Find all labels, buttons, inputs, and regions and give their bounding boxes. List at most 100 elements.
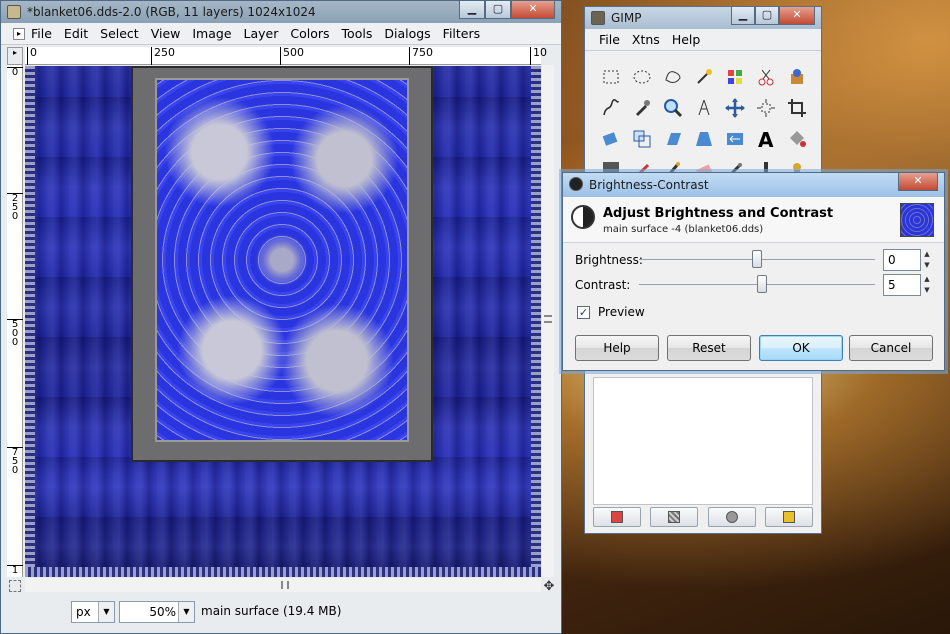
- chevron-down-icon[interactable]: ▼: [178, 602, 194, 622]
- svg-text:A: A: [758, 128, 774, 150]
- toolbox-menu-xtns[interactable]: Xtns: [626, 32, 666, 47]
- canvas-border-bottom: [25, 567, 541, 577]
- menu-colors[interactable]: Colors: [284, 26, 335, 41]
- horizontal-scrollbar[interactable]: [25, 578, 541, 592]
- image-window: *blanket06.dds-2.0 (RGB, 11 layers) 1024…: [0, 0, 562, 634]
- horizontal-ruler[interactable]: 0 250 500 750 10: [25, 47, 547, 65]
- image-menu-arrow-icon[interactable]: ▸: [13, 27, 25, 40]
- maximize-button[interactable]: ▢: [755, 7, 779, 25]
- shear-icon[interactable]: [657, 123, 688, 154]
- crop-icon[interactable]: [781, 92, 812, 123]
- menu-file[interactable]: ▸ File: [7, 26, 58, 41]
- raise-layer-icon: [668, 511, 681, 523]
- preview-toggle[interactable]: ✓ Preview: [577, 305, 645, 319]
- ruler-tick: 7 5 0: [7, 447, 23, 476]
- ruler-tick: 5 0 0: [7, 319, 23, 348]
- zoom-select[interactable]: 50% ▼: [119, 601, 195, 623]
- minimize-button[interactable]: ▁: [459, 1, 485, 19]
- contrast-spin-arrows[interactable]: ▲ ▼: [921, 274, 933, 296]
- menu-view[interactable]: View: [145, 26, 187, 41]
- brightness-spinbutton[interactable]: 0: [883, 249, 921, 271]
- free-select-icon[interactable]: [657, 61, 688, 92]
- image-window-titlebar[interactable]: *blanket06.dds-2.0 (RGB, 11 layers) 1024…: [1, 1, 561, 23]
- close-button[interactable]: ✕: [898, 173, 938, 191]
- select-by-color-icon[interactable]: [719, 61, 750, 92]
- close-button[interactable]: ✕: [511, 1, 555, 19]
- flip-icon[interactable]: [719, 123, 750, 154]
- zoom-icon[interactable]: [657, 92, 688, 123]
- quick-mask-toggle[interactable]: [9, 580, 21, 592]
- ellipse-select-icon[interactable]: [626, 61, 657, 92]
- image-canvas[interactable]: [25, 66, 541, 577]
- help-button[interactable]: Help: [575, 335, 659, 361]
- menu-filters[interactable]: Filters: [437, 26, 486, 41]
- navigate-icon[interactable]: ✥: [542, 580, 556, 594]
- rotate-icon[interactable]: [595, 123, 626, 154]
- vertical-ruler[interactable]: 0 2 5 0 5 0 0 7 5 0 1: [7, 65, 23, 577]
- brightness-spin-arrows[interactable]: ▲ ▼: [921, 249, 933, 271]
- toolbox-menu-help[interactable]: Help: [666, 32, 707, 47]
- toolbox-menubar: File Xtns Help: [585, 29, 821, 51]
- cancel-button[interactable]: Cancel: [849, 335, 933, 361]
- image-window-title: *blanket06.dds-2.0 (RGB, 11 layers) 1024…: [27, 5, 316, 19]
- bucket-fill-icon[interactable]: [781, 123, 812, 154]
- preview-label: Preview: [598, 305, 645, 319]
- menu-select[interactable]: Select: [94, 26, 145, 41]
- toolbox-titlebar[interactable]: GIMP ▁ ▢ ✕: [585, 7, 821, 29]
- contrast-slider-handle[interactable]: [756, 275, 767, 293]
- menu-dialogs[interactable]: Dialogs: [378, 26, 436, 41]
- brightness-contrast-icon: [569, 177, 583, 191]
- duplicate-button[interactable]: [707, 507, 756, 527]
- minimize-button[interactable]: ▁: [731, 7, 755, 25]
- scale-icon[interactable]: [626, 123, 657, 154]
- color-picker-icon[interactable]: [626, 92, 657, 123]
- anchor-icon: [782, 511, 795, 523]
- menu-edit[interactable]: Edit: [58, 26, 94, 41]
- menu-layer[interactable]: Layer: [238, 26, 285, 41]
- maximize-button[interactable]: ▢: [485, 1, 511, 19]
- unit-select[interactable]: px ▼: [71, 601, 115, 623]
- brightness-contrast-dialog: Brightness-Contrast ✕ Adjust Brightness …: [562, 172, 945, 371]
- dialog-buttons: Help Reset OK Cancel: [575, 335, 935, 361]
- duplicate-icon: [725, 511, 738, 523]
- canvas-border-right: [531, 66, 541, 577]
- toolbox-menu-file[interactable]: File: [593, 32, 626, 47]
- ruler-tick: 0: [7, 67, 23, 78]
- menu-tools[interactable]: Tools: [336, 26, 379, 41]
- dialog-titlebar[interactable]: Brightness-Contrast ✕: [563, 173, 944, 197]
- move-icon[interactable]: [719, 92, 750, 123]
- contrast-spinbutton[interactable]: 5: [883, 274, 921, 296]
- layers-area[interactable]: [593, 377, 813, 505]
- chevron-down-icon[interactable]: ▼: [98, 602, 114, 622]
- preview-checkbox[interactable]: ✓: [577, 305, 590, 319]
- text-icon[interactable]: A: [750, 123, 781, 154]
- tool-grid: A: [595, 61, 812, 185]
- dialog-title: Brightness-Contrast: [589, 178, 709, 192]
- image-statusbar: px ▼ 50% ▼ main surface (19.4 MB): [1, 597, 561, 633]
- ok-button[interactable]: OK: [759, 335, 843, 361]
- reset-button[interactable]: Reset: [667, 335, 751, 361]
- paths-icon[interactable]: [595, 92, 626, 123]
- raise-layer-button[interactable]: [650, 507, 699, 527]
- brightness-slider-handle[interactable]: [752, 250, 762, 268]
- canvas-border-left: [25, 66, 35, 577]
- dialog-header: Adjust Brightness and Contrast main surf…: [563, 197, 944, 243]
- new-layer-button[interactable]: [593, 507, 641, 527]
- vertical-scrollbar[interactable]: [542, 65, 554, 577]
- gimp-icon: [7, 5, 21, 19]
- ruler-tick: 1: [7, 565, 23, 576]
- ruler-tick: 500: [280, 47, 304, 65]
- perspective-icon[interactable]: [688, 123, 719, 154]
- image-menubar: ▸ File Edit Select View Image Layer Color…: [1, 23, 561, 45]
- fuzzy-select-icon[interactable]: [688, 61, 719, 92]
- align-icon[interactable]: [750, 92, 781, 123]
- menu-image[interactable]: Image: [186, 26, 237, 41]
- measure-icon[interactable]: [688, 92, 719, 123]
- contrast-row: Contrast: 5 ▲ ▼: [575, 274, 935, 296]
- anchor-button[interactable]: [764, 507, 813, 527]
- scissors-icon[interactable]: [750, 61, 781, 92]
- foreground-select-icon[interactable]: [781, 61, 812, 92]
- close-button[interactable]: ✕: [779, 7, 815, 25]
- ruler-corner-button[interactable]: ▸: [7, 47, 23, 65]
- rect-select-icon[interactable]: [595, 61, 626, 92]
